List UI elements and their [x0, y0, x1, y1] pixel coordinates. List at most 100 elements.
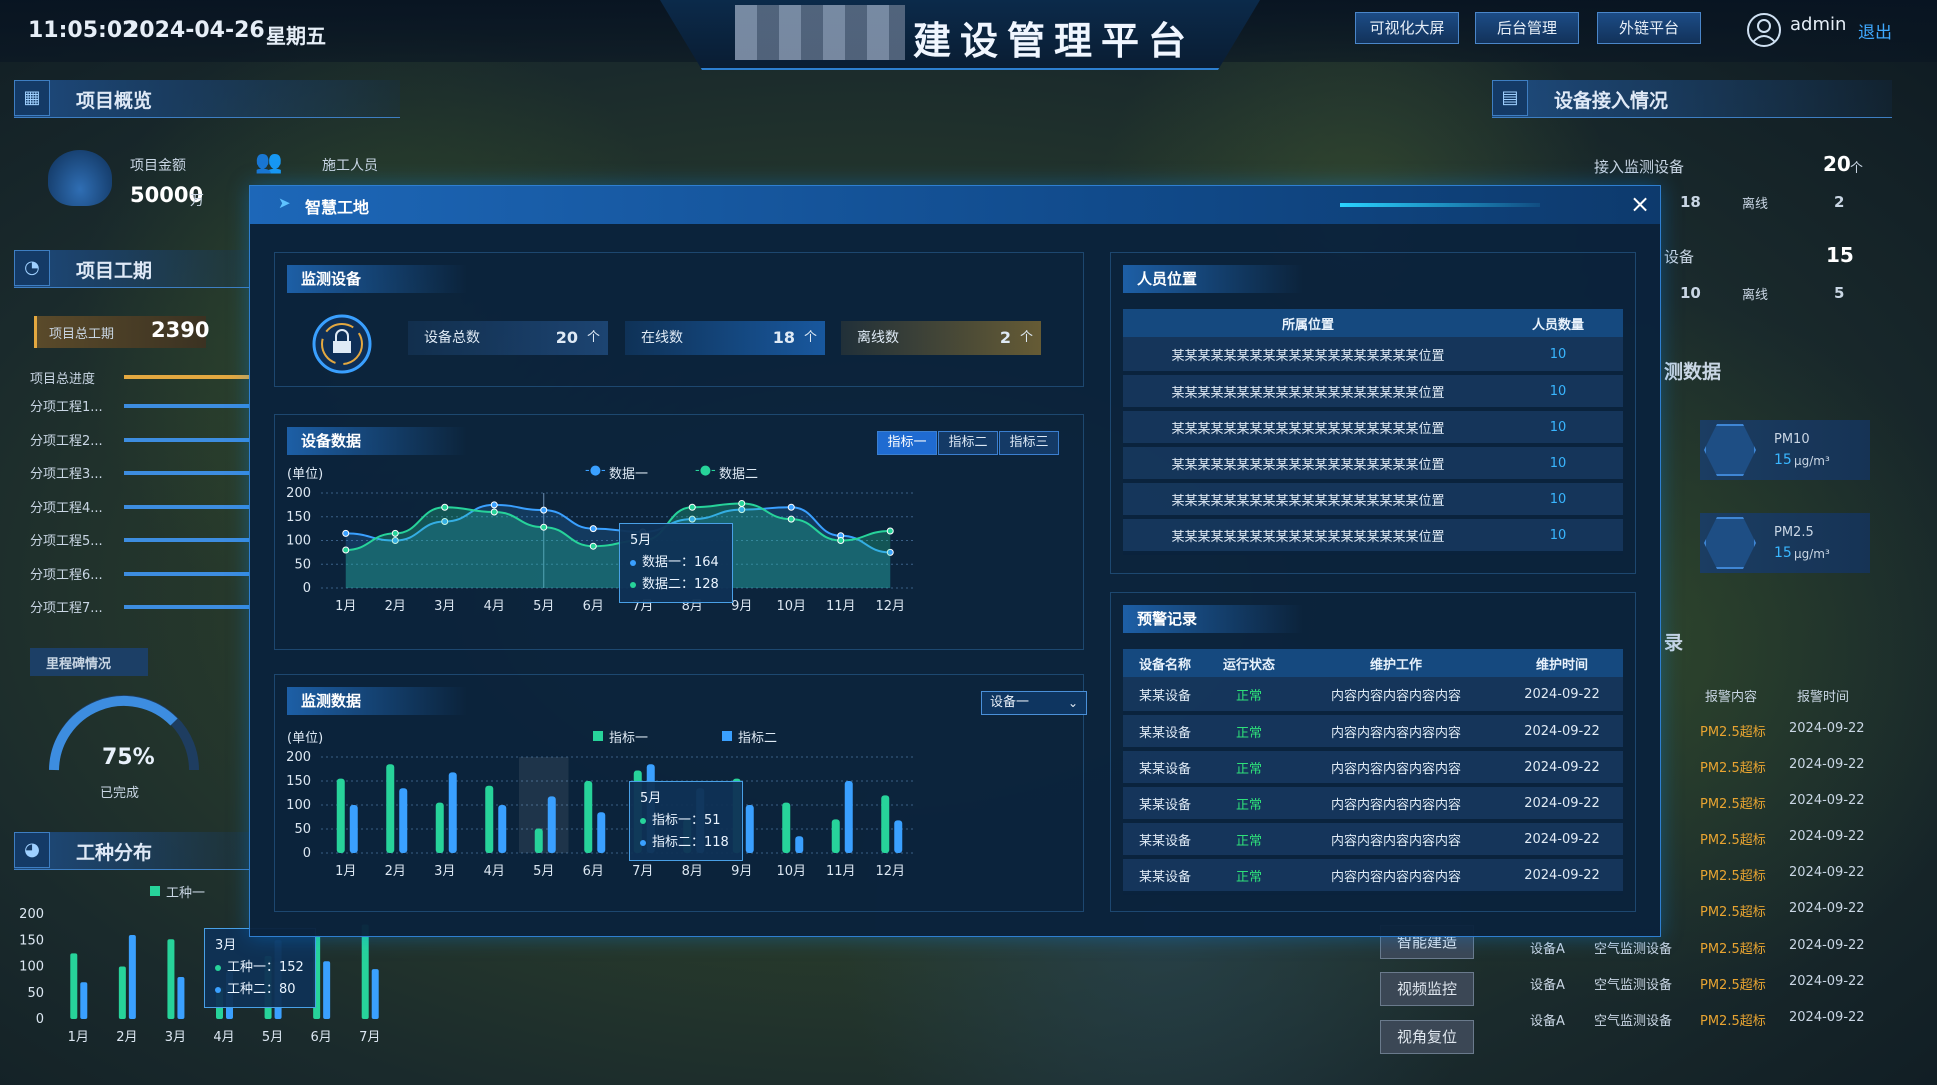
reset-view-button[interactable]: 视角复位 — [1380, 1020, 1474, 1054]
bar[interactable] — [745, 805, 754, 853]
bar[interactable] — [167, 939, 175, 1019]
env-data-suffix: 测数据 — [1664, 361, 1722, 383]
device-select[interactable]: 设备一 ⌄ — [981, 691, 1087, 715]
stat-online-label: 在线数 — [641, 330, 683, 346]
bar[interactable] — [399, 788, 408, 853]
bar[interactable] — [831, 819, 840, 853]
video-monitor-button[interactable]: 视频监控 — [1380, 972, 1474, 1006]
data-point[interactable] — [886, 527, 894, 535]
data-point[interactable] — [688, 503, 696, 511]
stat-offline-unit: 个 — [1019, 330, 1033, 345]
admin-button[interactable]: 后台管理 — [1475, 12, 1579, 44]
sub-item-label: 分项工程1... — [30, 400, 103, 415]
data-point[interactable] — [540, 523, 548, 531]
tab-metric-3[interactable]: 指标三 — [999, 431, 1059, 455]
user-avatar-icon[interactable] — [1746, 12, 1782, 48]
tab-metric-1[interactable]: 指标一 — [877, 431, 937, 455]
table-row[interactable]: 某某某某某某某某某某某某某某某某某某某位置 10 — [1123, 337, 1623, 375]
y-tick-label: 50 — [294, 557, 311, 572]
table-row[interactable]: 某某设备 正常 内容内容内容内容内容 2024-09-22 — [1123, 785, 1623, 823]
table-row[interactable]: 某某某某某某某某某某某某某某某某某某某位置 10 — [1123, 481, 1623, 519]
bar[interactable] — [547, 796, 556, 853]
data-point[interactable] — [589, 525, 597, 533]
table-row[interactable]: 某某设备 正常 内容内容内容内容内容 2024-09-22 — [1123, 749, 1623, 787]
stat-total-label: 设备总数 — [424, 330, 480, 346]
stat-online-value: 18 — [772, 328, 795, 347]
y-tick-label: 50 — [27, 986, 44, 1001]
monitor-tooltip-a: 指标一：51 — [652, 813, 721, 828]
close-icon[interactable]: × — [1627, 192, 1653, 218]
bar[interactable] — [70, 953, 78, 1019]
data-point[interactable] — [490, 508, 498, 516]
bar[interactable] — [371, 969, 379, 1019]
people-header-count: 人员数量 — [1493, 309, 1623, 337]
data-point[interactable] — [342, 546, 350, 554]
warning-work-cell: 内容内容内容内容内容 — [1291, 677, 1501, 715]
pm25-label: PM2.5 — [1774, 525, 1814, 540]
table-row[interactable]: 某某设备 正常 内容内容内容内容内容 2024-09-22 — [1123, 857, 1623, 895]
dashboard-button[interactable]: 可视化大屏 — [1355, 12, 1459, 44]
y-tick-label: 100 — [286, 534, 311, 549]
data-point[interactable] — [589, 542, 597, 550]
x-tick-label: 1月 — [68, 1030, 89, 1045]
bar[interactable] — [448, 772, 457, 853]
bar[interactable] — [435, 802, 444, 853]
table-row[interactable]: 某某设备 正常 内容内容内容内容内容 2024-09-22 — [1123, 677, 1623, 715]
stat-online-unit: 个 — [803, 330, 817, 345]
y-tick-label: 200 — [286, 750, 311, 765]
bar[interactable] — [498, 805, 507, 853]
people-location-cell: 某某某某某某某某某某某某某某某某某某某位置 — [1123, 481, 1493, 519]
warning-status-cell: 正常 — [1207, 749, 1291, 787]
table-row[interactable]: 某某某某某某某某某某某某某某某某某某某位置 10 — [1123, 373, 1623, 411]
alarm-row-content: PM2.5超标 — [1700, 761, 1766, 776]
sub-item-label: 分项工程4... — [30, 500, 103, 516]
data-point[interactable] — [787, 503, 795, 511]
data-point[interactable] — [441, 503, 449, 511]
data-point[interactable] — [391, 529, 399, 537]
external-platform-button[interactable]: 外链平台 — [1597, 12, 1701, 44]
bar[interactable] — [323, 961, 331, 1019]
monitor-tooltip-b: 指标二：118 — [652, 835, 729, 850]
alarm-row-time: 2024-09-22 — [1789, 793, 1865, 808]
logout-link[interactable]: 退出 — [1858, 18, 1892, 43]
data-point[interactable] — [787, 515, 795, 523]
bar[interactable] — [349, 805, 358, 853]
bar[interactable] — [844, 781, 853, 853]
bar[interactable] — [534, 828, 543, 853]
bar[interactable] — [597, 812, 606, 853]
data-point[interactable] — [540, 506, 548, 514]
bar[interactable] — [336, 778, 345, 853]
table-row[interactable]: 某某某某某某某某某某某某某某某某某某某位置 10 — [1123, 517, 1623, 555]
tab-metric-2[interactable]: 指标二 — [938, 431, 998, 455]
data-point[interactable] — [837, 537, 845, 544]
x-tick-label: 8月 — [682, 864, 703, 879]
bar[interactable] — [881, 795, 890, 853]
table-row[interactable]: 某某某某某某某某某某某某某某某某某某某位置 10 — [1123, 445, 1623, 483]
bar[interactable] — [386, 764, 395, 853]
x-tick-label: 3月 — [434, 599, 455, 614]
bar[interactable] — [128, 935, 136, 1019]
data-point[interactable] — [738, 499, 746, 507]
bar[interactable] — [118, 966, 126, 1020]
bar[interactable] — [177, 977, 185, 1019]
table-row[interactable]: 某某设备 正常 内容内容内容内容内容 2024-09-22 — [1123, 713, 1623, 751]
alarm-row-time: 2024-09-22 — [1789, 757, 1865, 772]
bar[interactable] — [782, 802, 791, 853]
work-tooltip-month: 3月 — [215, 938, 237, 953]
people-location-cell: 某某某某某某某某某某某某某某某某某某某位置 — [1123, 445, 1493, 483]
sub-item-label: 分项工程6... — [30, 567, 103, 583]
bar[interactable] — [894, 820, 903, 853]
bar[interactable] — [361, 924, 369, 1020]
table-row[interactable]: 某某某某某某某某某某某某某某某某某某某位置 10 — [1123, 409, 1623, 447]
x-tick-label: 4月 — [213, 1030, 234, 1045]
stat-total-unit: 个 — [586, 330, 600, 345]
table-row[interactable]: 某某设备 正常 内容内容内容内容内容 2024-09-22 — [1123, 821, 1623, 859]
bar[interactable] — [485, 785, 494, 853]
data-point[interactable] — [490, 501, 498, 509]
bar[interactable] — [795, 836, 804, 853]
user-name[interactable]: admin — [1790, 14, 1846, 35]
device-data-title: 设备数据 — [287, 427, 467, 455]
bar[interactable] — [80, 982, 88, 1019]
bar[interactable] — [584, 781, 593, 853]
data-point[interactable] — [342, 529, 350, 537]
